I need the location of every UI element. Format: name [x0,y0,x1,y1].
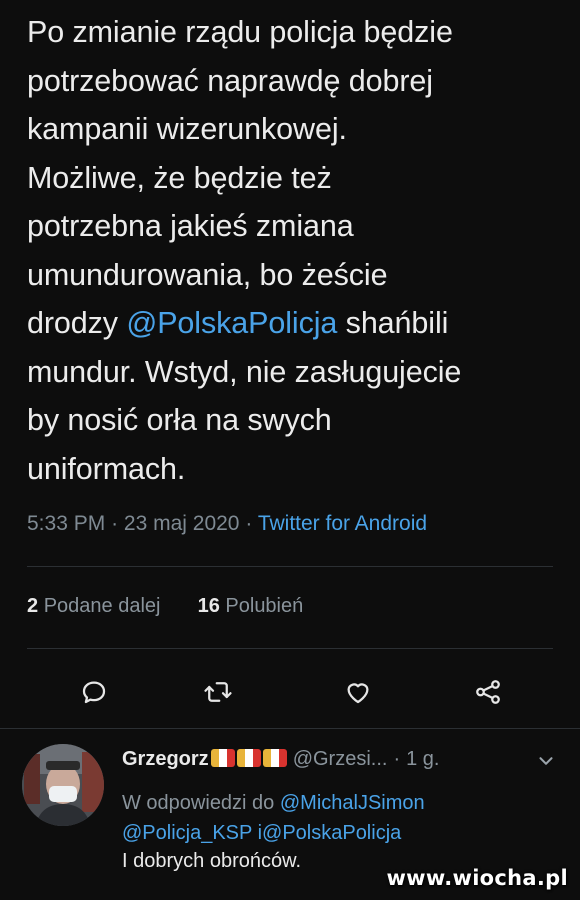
mention-link[interactable]: @PolskaPolicja [262,822,401,844]
avatar-image [22,744,104,826]
flag-emoji [236,749,261,767]
retweets-label: Podane dalej [43,595,161,617]
likes-label: Polubień [225,595,304,617]
tweet-line: kampanii wizerunkowej. [27,112,347,146]
divider [0,728,580,729]
tweet-source-link[interactable]: Twitter for Android [258,512,427,535]
retweet-icon [204,682,232,702]
avatar[interactable] [22,744,104,826]
tweet-time[interactable]: 5:33 PM [27,512,105,535]
action-bar [0,672,580,712]
mention-link[interactable]: @Policja_KSP [122,822,252,844]
flag-emoji [210,749,235,767]
likes-count: 16 [197,595,220,617]
tweet-date[interactable]: 23 maj 2020 [124,512,240,535]
reply-time-separator: · [393,748,401,770]
share-button[interactable] [468,672,508,712]
tweet-text: Po zmianie rządu policja będzie potrzebo… [27,8,562,493]
tweet-meta: 5:33 PM · 23 maj 2020 · Twitter for Andr… [27,512,427,536]
retweet-button[interactable] [198,672,238,712]
tweet-line-part: drodzy [27,306,127,340]
tweet-stats: 2 Podane dalej 16 Polubień [27,595,303,618]
divider [27,566,553,567]
reply-to-line: W odpowiedzi do @MichalJSimon @Policja_K… [122,788,562,848]
likes-stat[interactable]: 16 Polubień [198,595,304,617]
tweet-line-part: shańbili [337,306,449,340]
tweet-line: Po zmianie rządu policja będzie [27,15,453,49]
retweets-count: 2 [27,595,39,617]
reply-to-prefix: W odpowiedzi do [122,792,275,814]
mention-link[interactable]: @PolskaPolicja [126,306,337,340]
mention-link[interactable]: @MichalJSimon [280,792,425,814]
tweet-line: uniformach. [27,451,186,486]
meta-separator: · [111,512,119,535]
chevron-down-icon[interactable] [535,750,557,772]
share-icon [476,680,500,704]
like-button[interactable] [338,672,378,712]
divider [27,648,553,649]
reply-text: I dobrych obrońców. [122,850,301,872]
retweets-stat[interactable]: 2 Podane dalej [27,595,160,617]
reply-author-handle[interactable]: @Grzesi... [293,748,388,770]
reply-author-name[interactable]: Grzegorz [122,748,209,770]
reply-icon [82,681,106,704]
flag-emoji [262,749,287,767]
tweet-line: mundur. Wstyd, nie zasługujecie [27,354,462,389]
tweet-line: Możliwe, że będzie też [27,160,332,195]
like-icon [347,683,369,704]
tweet-line: umundurowania, bo żeście [27,257,388,292]
watermark: www.wiocha.pl [386,866,568,890]
tweet-line: by nosić orła na swych [27,403,332,437]
tweet-line: potrzebować naprawdę dobrej [27,63,433,98]
tweet-line: potrzebna jakieś zmiana [27,209,354,243]
reply-time: 1 g. [406,748,440,770]
meta-separator: · [245,512,253,535]
reply-header: Grzegorz @Grzesi... · 1 g. [122,748,439,771]
tweet-line-with-mention: drodzy @PolskaPolicja shańbili [27,299,562,348]
reply-button[interactable] [74,672,114,712]
